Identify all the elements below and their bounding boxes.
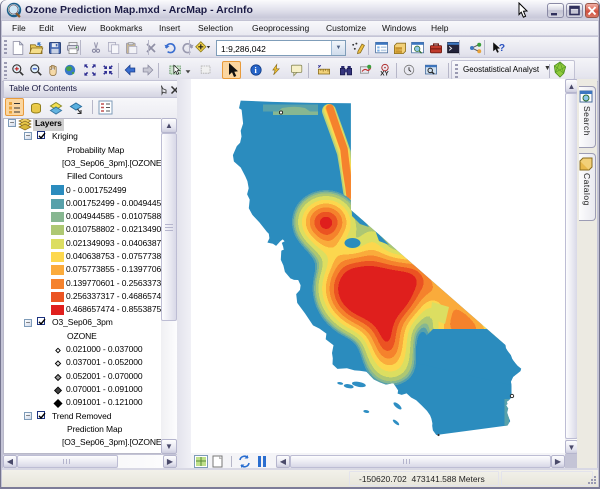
- svg-text:XY: XY: [380, 71, 389, 78]
- svg-text:?: ?: [499, 43, 505, 54]
